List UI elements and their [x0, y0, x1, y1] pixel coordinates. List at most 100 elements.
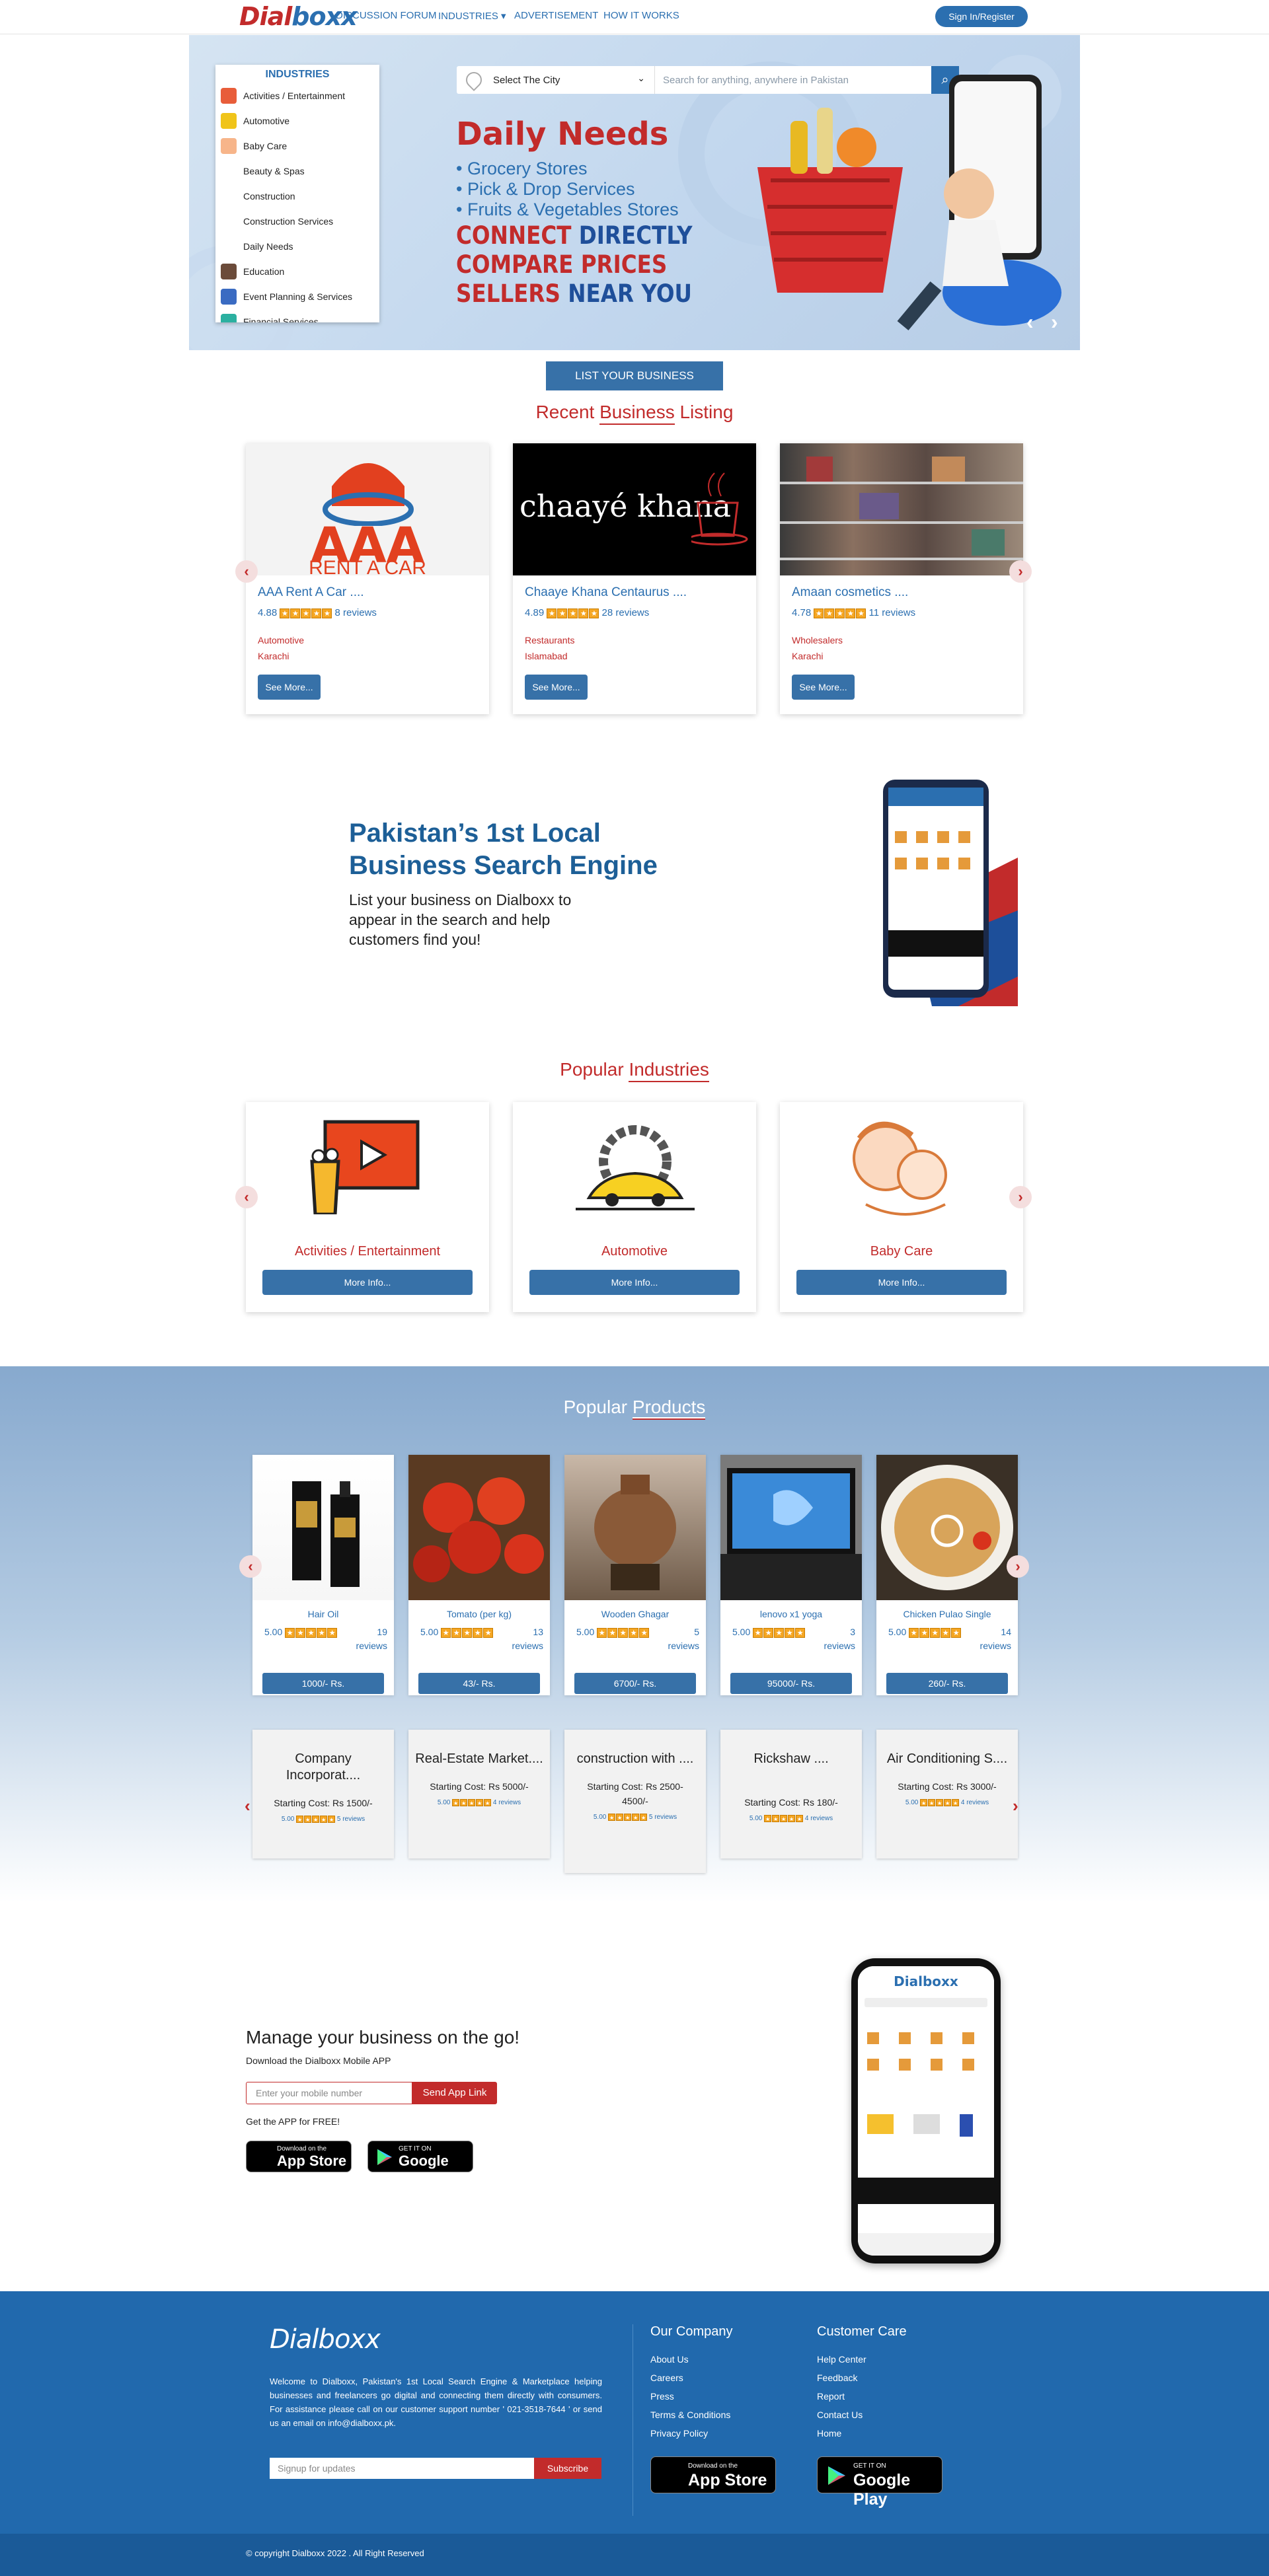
signin-register-button[interactable]: Sign In/Register	[935, 6, 1028, 27]
industry-item-activities[interactable]: Activities / Entertainment	[215, 83, 379, 108]
business-name[interactable]: Chaaye Khana Centaurus ....	[525, 585, 687, 600]
business-name[interactable]: AAA Rent A Car ....	[258, 585, 364, 600]
nav-link-advertisement[interactable]: ADVERTISEMENT	[514, 10, 598, 21]
hero-headline: Daily Needs	[456, 116, 669, 153]
product-card[interactable]: lenovo x1 yoga 5.00 ★ ★ ★ ★ ★ 3 reviews 95000/…	[720, 1455, 862, 1695]
city-select[interactable]: Select The City ⌄	[457, 66, 655, 94]
industries-next-arrow[interactable]: ›	[1009, 1186, 1032, 1208]
star-rating-icon: ★ ★ ★ ★ ★	[547, 608, 599, 618]
service-name[interactable]: construction with ....	[564, 1751, 706, 1767]
industry-item-daily-needs[interactable]: Daily Needs	[215, 234, 379, 259]
footer-link-report[interactable]: Report	[817, 2387, 907, 2406]
industry-item-baby-care[interactable]: Baby Care	[215, 133, 379, 159]
business-category[interactable]: Automotive	[258, 635, 304, 645]
nav-link-how-it-works[interactable]: HOW IT WORKS	[603, 10, 679, 21]
recent-next-arrow[interactable]: ›	[1009, 560, 1032, 583]
footer-logo[interactable]: Dialboxx	[270, 2324, 381, 2355]
footer-link-press[interactable]: Press	[650, 2387, 733, 2406]
service-card[interactable]: Air Conditioning S.... Starting Cost: Rs…	[876, 1730, 1018, 1858]
industry-item-beauty[interactable]: Beauty & Spas	[215, 159, 379, 184]
service-card[interactable]: construction with .... Starting Cost: Rs…	[564, 1730, 706, 1873]
business-category[interactable]: Wholesalers	[792, 635, 843, 645]
product-card[interactable]: Tomato (per kg) 5.00 ★ ★ ★ ★ ★ 13 reviews 43/-…	[408, 1455, 550, 1695]
reviews-count[interactable]: 8 reviews	[335, 607, 377, 618]
business-category[interactable]: Restaurants	[525, 635, 574, 645]
services-next-arrow[interactable]: ›	[1013, 1796, 1019, 1816]
footer-google-play-badge[interactable]: GET IT ON Google Play	[817, 2456, 942, 2509]
industry-item-financial[interactable]: Financial Services	[215, 309, 379, 322]
business-card[interactable]: Amaan cosmetics .... 4.78 ★ ★ ★ ★ ★ 11 revie…	[780, 443, 1023, 714]
footer-link-feedback[interactable]: Feedback	[817, 2369, 907, 2387]
product-card[interactable]: Hair Oil 5.00 ★ ★ ★ ★ ★ 19 reviews 1000/- Rs.	[252, 1455, 394, 1695]
see-more-button[interactable]: See More...	[792, 675, 855, 700]
product-name[interactable]: lenovo x1 yoga	[720, 1609, 862, 1619]
product-price-button[interactable]: 95000/- Rs.	[730, 1673, 852, 1694]
nav-link-industries[interactable]: INDUSTRIES ▾	[438, 10, 506, 22]
products-next-arrow[interactable]: ›	[1007, 1555, 1029, 1578]
footer-app-store-badge[interactable]: Download on the App Store	[650, 2456, 776, 2493]
industry-item-event-planning[interactable]: Event Planning & Services	[215, 284, 379, 309]
service-card[interactable]: Rickshaw .... Starting Cost: Rs 180/- 5.…	[720, 1730, 862, 1858]
hero-prev-arrow[interactable]: ‹	[1026, 310, 1034, 334]
service-name[interactable]: Rickshaw ....	[720, 1751, 862, 1767]
send-app-link-button[interactable]: Send App Link	[412, 2082, 497, 2104]
industry-card[interactable]: Baby Care More Info...	[780, 1102, 1023, 1312]
mobile-number-input[interactable]: Enter your mobile number	[246, 2082, 412, 2104]
industry-card[interactable]: Automotive More Info...	[513, 1102, 756, 1312]
product-card[interactable]: Wooden Ghagar 5.00 ★ ★ ★ ★ ★ 5 reviews 6700/- …	[564, 1455, 706, 1695]
hero-next-arrow[interactable]: ›	[1051, 310, 1058, 334]
daily-needs-icon	[221, 239, 237, 254]
product-price-button[interactable]: 1000/- Rs.	[262, 1673, 384, 1694]
see-more-button[interactable]: See More...	[525, 675, 588, 700]
service-card[interactable]: Company Incorporat.... Starting Cost: Rs…	[252, 1730, 394, 1858]
service-card[interactable]: Real-Estate Market.... Starting Cost: Rs…	[408, 1730, 550, 1858]
reviews-count[interactable]: 28 reviews	[602, 607, 650, 618]
service-rating: 5.00 ★ ★ ★ ★ ★ 5 reviews	[252, 1816, 394, 1823]
product-name[interactable]: Chicken Pulao Single	[876, 1609, 1018, 1619]
google-play-icon	[377, 2149, 392, 2165]
business-name[interactable]: Amaan cosmetics ....	[792, 585, 908, 600]
footer-link-about-us[interactable]: About Us	[650, 2350, 733, 2369]
rating-value: 5.00	[732, 1627, 751, 1637]
footer-link-privacy[interactable]: Privacy Policy	[650, 2424, 733, 2443]
product-price-button[interactable]: 260/- Rs.	[886, 1673, 1008, 1694]
product-card[interactable]: Chicken Pulao Single 5.00 ★ ★ ★ ★ ★ 14 reviews…	[876, 1455, 1018, 1695]
business-card[interactable]: AAA RENT A CAR AAA Rent A Car .... 4.88 …	[246, 443, 489, 714]
see-more-button[interactable]: See More...	[258, 675, 321, 700]
footer-link-terms[interactable]: Terms & Conditions	[650, 2406, 733, 2424]
footer-link-home[interactable]: Home	[817, 2424, 907, 2443]
footer-link-contact-us[interactable]: Contact Us	[817, 2406, 907, 2424]
industries-prev-arrow[interactable]: ‹	[235, 1186, 258, 1208]
footer-link-careers[interactable]: Careers	[650, 2369, 733, 2387]
more-info-button[interactable]: More Info...	[529, 1270, 740, 1295]
list-your-business-button[interactable]: LIST YOUR BUSINESS	[546, 361, 723, 390]
product-price-button[interactable]: 6700/- Rs.	[574, 1673, 696, 1694]
product-name[interactable]: Tomato (per kg)	[408, 1609, 550, 1619]
app-store-badge[interactable]: Download on the App Store	[246, 2141, 352, 2172]
nav-link-discussion-forum[interactable]: DISCUSSION FORUM	[336, 10, 437, 21]
industry-card[interactable]: Activities / Entertainment More Info...	[246, 1102, 489, 1312]
industry-item-automotive[interactable]: Automotive	[215, 108, 379, 133]
footer-link-help-center[interactable]: Help Center	[817, 2350, 907, 2369]
newsletter-email-input[interactable]: Signup for updates	[270, 2458, 534, 2479]
subscribe-button[interactable]: Subscribe	[534, 2458, 601, 2479]
more-info-button[interactable]: More Info...	[796, 1270, 1007, 1295]
business-card[interactable]: chaayé khana Chaaye Khana Centaurus ....…	[513, 443, 756, 714]
product-name[interactable]: Hair Oil	[252, 1609, 394, 1619]
industry-item-construction-services[interactable]: Construction Services	[215, 209, 379, 234]
industry-item-construction[interactable]: Construction	[215, 184, 379, 209]
services-prev-arrow[interactable]: ‹	[245, 1796, 250, 1816]
promo-text: List your business on Dialboxx to appear…	[349, 891, 572, 948]
product-price-button[interactable]: 43/- Rs.	[418, 1673, 540, 1694]
google-play-badge[interactable]: GET IT ON Google Play	[367, 2141, 473, 2186]
service-name[interactable]: Company Incorporat....	[252, 1751, 394, 1784]
service-name[interactable]: Air Conditioning S....	[876, 1751, 1018, 1767]
reviews-count[interactable]: 11 reviews	[869, 607, 916, 618]
service-name[interactable]: Real-Estate Market....	[408, 1751, 550, 1767]
badge-small-text: GET IT ON	[853, 2462, 886, 2470]
more-info-button[interactable]: More Info...	[262, 1270, 473, 1295]
recent-prev-arrow[interactable]: ‹	[235, 560, 258, 583]
product-name[interactable]: Wooden Ghagar	[564, 1609, 706, 1619]
products-prev-arrow[interactable]: ‹	[239, 1555, 262, 1578]
industry-item-education[interactable]: Education	[215, 259, 379, 284]
